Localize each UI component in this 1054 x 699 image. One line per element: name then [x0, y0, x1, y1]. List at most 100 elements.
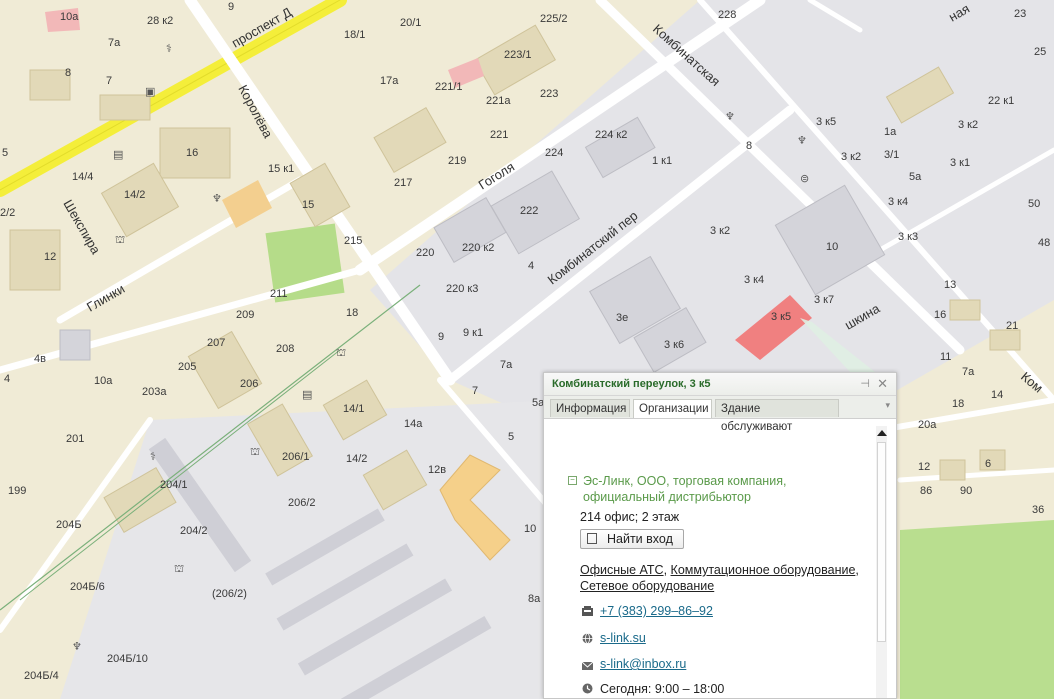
email-link[interactable]: s-link@inbox.ru	[600, 657, 686, 671]
house-number-label: 3 к4	[744, 274, 764, 286]
popup-header: Комбинатский переулок, 3 к5 ⊣ ✕	[544, 373, 896, 396]
tab-organizations[interactable]: Организации	[633, 399, 712, 418]
house-number-label: 204Б	[56, 519, 82, 531]
house-number-label: 203а	[142, 386, 167, 398]
house-number-label: 14/1	[343, 403, 364, 415]
house-number-label: 3 к5	[816, 116, 836, 128]
popup-title: Комбинатский переулок, 3 к5	[552, 378, 711, 390]
house-number-label: 18	[952, 398, 964, 410]
website-link[interactable]: s-link.su	[600, 631, 646, 645]
house-number-label: 7	[472, 385, 478, 397]
house-number-label: 199	[8, 485, 26, 497]
collapse-icon[interactable]: −	[568, 476, 577, 485]
scroll-up-icon[interactable]	[877, 430, 887, 436]
restaurant-icon: ♆	[72, 640, 82, 653]
phone-icon	[582, 606, 593, 616]
house-number-label: 228	[718, 9, 736, 21]
house-number-label: 1 к1	[652, 155, 672, 167]
house-number-label: 204Б/4	[24, 670, 59, 682]
house-number-label: 20/1	[400, 17, 421, 29]
house-number-label: 1а	[884, 126, 897, 138]
clock-icon	[582, 683, 593, 694]
bank-icon: ⛫	[336, 346, 346, 359]
house-number-label: 16	[186, 147, 198, 159]
close-icon[interactable]: ✕	[877, 376, 888, 392]
atm-icon: ▤	[113, 148, 123, 161]
house-number-label: 221	[490, 129, 508, 141]
tabs-scroll-icon[interactable]: ▾	[885, 400, 890, 411]
house-number-label: 7а	[500, 359, 513, 371]
house-number-label: 10а	[60, 11, 79, 23]
pin-icon[interactable]: ⊣	[860, 377, 870, 390]
house-number-label: 9	[228, 1, 234, 13]
category-link[interactable]: Сетевое оборудование	[580, 579, 714, 593]
house-number-label: 220 к3	[446, 283, 478, 295]
find-entrance-label: Найти вход	[607, 532, 673, 546]
globe-icon	[582, 633, 593, 644]
house-number-label: 15	[302, 199, 314, 211]
category-link[interactable]: Офисные АТС	[580, 563, 664, 577]
bus-stop-icon: ▣	[145, 85, 155, 98]
organization-name[interactable]: Эс-Линк, ООО, торговая компания, официал…	[583, 473, 823, 505]
house-number-label: 204/1	[160, 479, 188, 491]
house-number-label: 211	[270, 288, 288, 300]
house-number-label: 9 к1	[463, 327, 483, 339]
house-number-label: 14	[991, 389, 1003, 401]
category-link[interactable]: Коммутационное оборудование	[671, 563, 856, 577]
phone-link[interactable]: +7 (383) 299–86–92	[600, 604, 713, 618]
house-number-label: 11	[940, 351, 951, 363]
house-number-label: 7	[106, 75, 112, 87]
house-number-label: 23	[1014, 8, 1026, 20]
bank-icon: ⛫	[115, 233, 125, 246]
house-number-label: 15 к1	[268, 163, 294, 175]
house-number-label: 217	[394, 177, 412, 189]
house-number-label: 3 к1	[950, 157, 970, 169]
scroll-thumb[interactable]	[877, 442, 886, 642]
house-number-label: 3е	[616, 312, 628, 324]
find-entrance-button[interactable]: Найти вход	[580, 529, 684, 549]
house-number-label: 90	[960, 485, 972, 497]
restaurant-icon: ♆	[725, 110, 735, 123]
house-number-label: 12	[918, 461, 930, 473]
pharmacy-icon: ⚕	[150, 450, 156, 463]
house-number-label: 224 к2	[595, 129, 627, 141]
house-number-label: 14/2	[124, 189, 145, 201]
house-number-label: 223/1	[504, 49, 532, 61]
house-number-label: 20а	[918, 419, 937, 431]
house-number-label: 204Б/6	[70, 581, 105, 593]
bank-icon: ⛫	[174, 562, 184, 575]
house-number-label: 3 к5	[771, 311, 791, 323]
pharmacy-icon: ⚕	[166, 42, 172, 55]
organization-categories: Офисные АТС, Коммутационное оборудование…	[580, 563, 859, 593]
house-number-label: 5	[2, 147, 8, 159]
house-number-label: 25	[1034, 46, 1046, 58]
house-number-label: 205	[178, 361, 196, 373]
house-number-label: 3 к2	[710, 225, 730, 237]
house-number-label: 204Б/10	[107, 653, 148, 665]
tab-building-services[interactable]: Здание обслуживают	[715, 399, 839, 433]
house-number-label: 4	[4, 373, 10, 385]
door-icon	[587, 533, 597, 544]
house-number-label: 17а	[380, 75, 399, 87]
popup-tabs: Информация Организации Здание обслуживаю…	[544, 396, 896, 433]
building-info-popup: Комбинатский переулок, 3 к5 ⊣ ✕ Информац…	[543, 372, 897, 699]
house-number-label: 4в	[34, 353, 46, 365]
house-number-label: 204/2	[180, 525, 208, 537]
house-number-label: 222	[520, 205, 538, 217]
house-number-label: 3 к7	[814, 294, 834, 306]
house-number-label: 206/1	[282, 451, 310, 463]
house-number-label: 3 к6	[664, 339, 684, 351]
house-number-label: 86	[920, 485, 932, 497]
house-number-label: 14/2	[346, 453, 367, 465]
house-number-label: 221а	[486, 95, 511, 107]
tab-info[interactable]: Информация	[550, 399, 630, 417]
house-number-label: 16	[934, 309, 946, 321]
bank-icon: ⛫	[250, 445, 260, 458]
house-number-label: 13	[944, 279, 956, 291]
house-number-label: 201	[66, 433, 84, 445]
house-number-label: 28 к2	[147, 15, 173, 27]
house-number-label: 7а	[962, 366, 975, 378]
house-number-label: 14а	[404, 418, 423, 430]
popup-scrollbar[interactable]	[876, 426, 887, 698]
opening-hours: Сегодня: 9:00 – 18:00	[600, 682, 725, 696]
